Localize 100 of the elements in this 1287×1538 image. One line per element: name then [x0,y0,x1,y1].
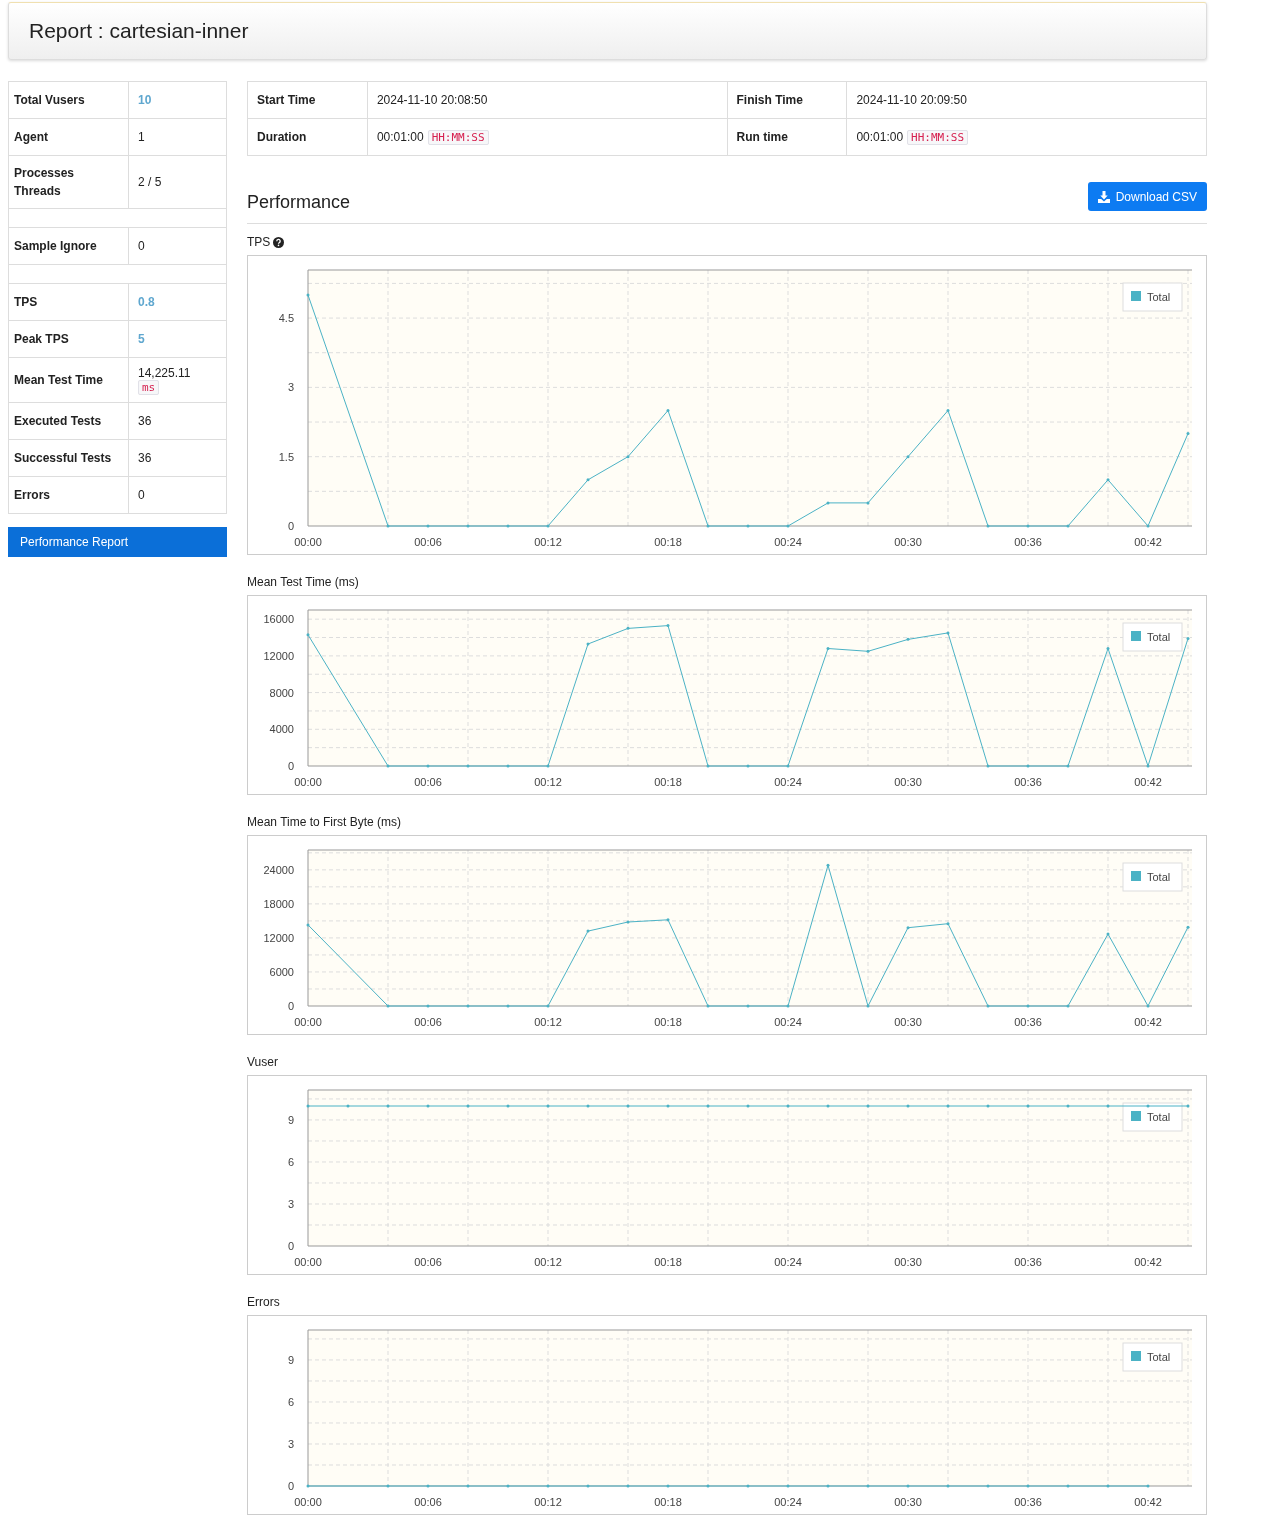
x-tick-label: 00:36 [1014,1016,1042,1028]
data-point [1066,764,1070,768]
data-point [1026,1104,1030,1108]
x-tick-label: 00:24 [774,536,802,548]
x-tick-label: 00:00 [294,536,322,548]
y-tick-label: 9 [287,1113,294,1126]
data-point [906,637,910,641]
data-point [306,923,310,927]
data-point [706,764,710,768]
data-point [946,922,950,926]
data-point [666,918,670,922]
x-tick-label: 00:42 [1134,1256,1162,1268]
data-point [946,1484,950,1488]
stat-value: 0 [138,488,145,502]
data-point [786,1484,790,1488]
chart-legend: Total [1122,1102,1183,1132]
x-tick-label: 00:12 [534,1016,562,1028]
data-point [706,1484,710,1488]
y-tick-label: 0 [287,1240,294,1252]
x-tick-label: 00:30 [894,1496,922,1508]
y-tick-label: 6 [287,1396,294,1408]
y-tick-label: 3 [287,381,294,394]
data-point [1026,524,1030,528]
x-tick-label: 00:12 [534,776,562,788]
stat-label: Processes Threads [8,155,129,209]
help-icon[interactable] [273,236,285,248]
data-point [986,1484,990,1488]
data-point [306,633,310,637]
data-point [466,764,470,768]
x-tick-label: 00:30 [894,536,922,548]
nav-link[interactable]: Performance Report [8,527,227,557]
data-point [306,1104,310,1108]
stat-label: Total Vusers [8,81,129,119]
data-point [706,524,710,528]
data-point [666,1104,670,1108]
x-tick-label: 00:18 [654,1496,682,1508]
data-point [506,1004,510,1008]
y-tick-label: 9 [287,1353,294,1366]
x-tick-label: 00:36 [1014,536,1042,548]
y-tick-label: 0 [287,1000,294,1012]
data-point [866,649,870,653]
chart-legend: Total [1122,862,1183,892]
stat-label: Successful Tests [8,439,129,477]
data-point [1106,478,1110,482]
stat-value: 0 [138,239,145,253]
data-point [466,524,470,528]
data-point [586,1104,590,1108]
x-tick-label: 00:00 [294,776,322,788]
data-point [1186,636,1190,640]
data-point [306,293,310,297]
data-point [1186,925,1190,929]
download-icon [1097,190,1110,203]
x-tick-label: 00:24 [774,1016,802,1028]
data-point [426,1104,430,1108]
x-tick-label: 00:36 [1014,1496,1042,1508]
chart-legend: Total [1122,1342,1183,1372]
x-tick-label: 00:06 [414,536,442,548]
data-point [666,1484,670,1488]
download-button[interactable]: Download CSV [1087,182,1207,211]
stat-value: 5 [138,332,145,346]
time-value: 2024-11-10 20:08:50 [376,93,488,107]
data-point [586,478,590,482]
data-point [746,1004,750,1008]
data-point [826,647,830,651]
y-tick-label: 12000 [263,649,294,662]
y-tick-label: 6 [287,1156,294,1168]
data-point [706,1104,710,1108]
x-tick-label: 00:06 [414,1016,442,1028]
data-point [786,1104,790,1108]
y-tick-label: 4.5 [278,312,294,325]
x-tick-label: 00:30 [894,776,922,788]
y-tick-label: 6000 [269,965,294,978]
data-point [626,920,630,924]
x-tick-label: 00:18 [654,1256,682,1268]
stat-value: 14,225.11 [138,366,191,380]
y-tick-label: 12000 [263,931,294,944]
y-tick-label: 0 [287,1480,294,1492]
data-point [506,1484,510,1488]
unit-badge: HH:MM:SS [907,130,969,145]
x-tick-label: 00:18 [654,1016,682,1028]
data-point [906,455,910,459]
data-point [546,1104,550,1108]
stat-label: Executed Tests [8,402,129,440]
y-tick-label: 0 [287,760,294,772]
x-tick-label: 00:42 [1134,536,1162,548]
data-point [946,1104,950,1108]
data-point [826,1104,830,1108]
time-label: Start Time [247,81,368,119]
data-point [1026,1484,1030,1488]
data-point [546,1484,550,1488]
data-point [386,1004,390,1008]
data-point [1146,1104,1150,1108]
data-point [866,501,870,505]
x-tick-label: 00:30 [894,1256,922,1268]
y-tick-label: 4000 [269,723,294,736]
data-point [586,1484,590,1488]
y-tick-label: 24000 [263,863,294,876]
data-point [1066,1004,1070,1008]
data-point [1066,1104,1070,1108]
chart-title: Errors [247,1295,280,1309]
